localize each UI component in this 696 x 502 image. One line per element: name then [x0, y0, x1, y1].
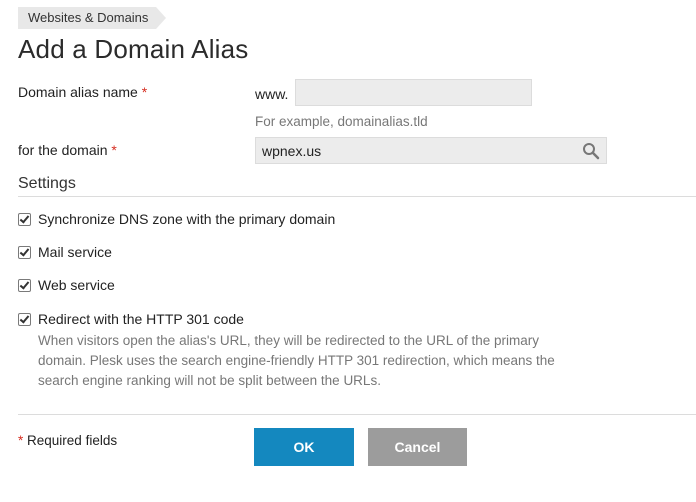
sync-dns-label[interactable]: Synchronize DNS zone with the primary do…	[38, 211, 335, 227]
mail-service-checkbox[interactable]	[18, 246, 31, 259]
required-fields-note: * Required fields	[18, 433, 117, 448]
redirect-301-label[interactable]: Redirect with the HTTP 301 code	[38, 311, 244, 327]
breadcrumb-link-websites-domains[interactable]: Websites & Domains	[28, 7, 156, 29]
redirect-301-checkbox[interactable]	[18, 313, 31, 326]
web-service-label[interactable]: Web service	[38, 277, 115, 293]
domain-select[interactable]: wpnex.us	[255, 137, 607, 164]
domain-alias-name-label-text: Domain alias name	[18, 84, 138, 100]
for-the-domain-label: for the domain *	[18, 142, 117, 158]
www-prefix: www.	[255, 86, 289, 102]
search-icon[interactable]	[582, 142, 600, 160]
required-asterisk: *	[18, 433, 24, 448]
required-fields-text: Required fields	[27, 433, 118, 448]
domain-alias-name-label: Domain alias name *	[18, 84, 147, 100]
domain-select-value: wpnex.us	[262, 143, 322, 159]
ok-button[interactable]: OK	[254, 428, 354, 466]
page-title: Add a Domain Alias	[18, 34, 249, 64]
for-the-domain-label-text: for the domain	[18, 142, 108, 158]
breadcrumb[interactable]: Websites & Domains	[18, 7, 167, 29]
domain-alias-hint: For example, domainalias.tld	[255, 114, 428, 129]
redirect-301-help: When visitors open the alias's URL, they…	[38, 333, 555, 388]
settings-section-title: Settings	[18, 175, 76, 192]
breadcrumb-arrow	[156, 7, 167, 29]
required-asterisk: *	[111, 142, 117, 158]
required-asterisk: *	[141, 84, 148, 100]
mail-service-label[interactable]: Mail service	[38, 244, 112, 260]
domain-alias-input[interactable]	[295, 79, 532, 106]
web-service-checkbox[interactable]	[18, 279, 31, 292]
footer-divider	[18, 414, 696, 415]
settings-divider	[18, 196, 696, 197]
sync-dns-checkbox[interactable]	[18, 213, 31, 226]
cancel-button[interactable]: Cancel	[368, 428, 467, 466]
